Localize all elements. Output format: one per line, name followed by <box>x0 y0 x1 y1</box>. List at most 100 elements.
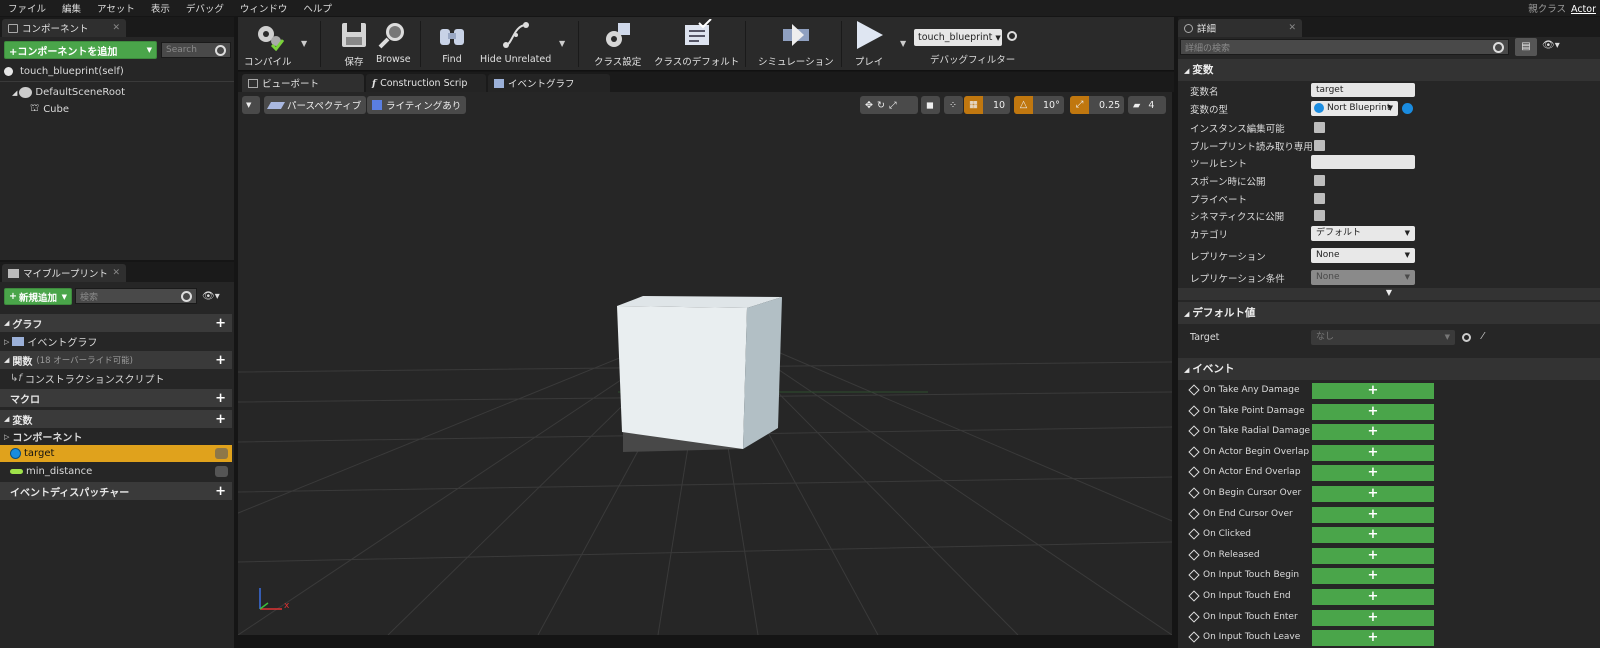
eye-closed-icon[interactable] <box>215 448 228 459</box>
browse-button[interactable]: Browse <box>376 19 411 65</box>
simulation-button[interactable]: シミュレーション <box>758 19 834 68</box>
menu-edit[interactable]: 編集 <box>54 1 89 15</box>
close-icon[interactable]: ✕ <box>112 268 120 278</box>
instance-editable-checkbox[interactable] <box>1314 122 1325 133</box>
find-button[interactable]: Find <box>436 19 468 65</box>
translate-icon[interactable]: ✥ <box>865 100 873 111</box>
tab-construction-script[interactable]: f Construction Scrip <box>366 74 486 92</box>
picker-eyedropper-icon[interactable]: ⁄ <box>1482 331 1484 342</box>
expose-on-spawn-checkbox[interactable] <box>1314 175 1325 186</box>
menu-view[interactable]: 表示 <box>143 1 178 15</box>
visibility-eye-icon[interactable]: 👁▾ <box>1542 40 1560 51</box>
viewport-3d[interactable]: x ▼ パースペクティブ ライティングあり ✥ ↻ ⤢ ◼ ⁘ ▦ 10 △ 10°… <box>238 92 1172 635</box>
perspective-button[interactable]: パースペクティブ <box>264 96 367 114</box>
section-graphs[interactable]: ◢ グラフ + <box>0 314 232 332</box>
container-type-icon[interactable] <box>1402 103 1413 114</box>
close-icon[interactable]: ✕ <box>112 23 120 33</box>
default-value-section-header[interactable]: ◢ デフォルト値 <box>1178 302 1600 324</box>
my-blueprint-search-input[interactable]: 検索 <box>75 288 197 304</box>
add-macro-button[interactable]: + <box>215 391 226 406</box>
cube-mesh[interactable] <box>617 296 782 449</box>
compile-options-dropdown[interactable]: ▼ <box>301 39 307 48</box>
tab-my-blueprint[interactable]: マイブループリント ✕ <box>2 264 126 282</box>
add-event-button[interactable]: + <box>1312 465 1434 481</box>
class-settings-button[interactable]: クラス設定 <box>594 19 641 68</box>
rotation-snap-toggle[interactable]: △ 10° <box>1014 96 1064 114</box>
compile-button[interactable]: コンパイル <box>244 19 292 68</box>
component-self-item[interactable]: touch_blueprint(self) <box>0 63 232 80</box>
save-button[interactable]: 保存 <box>338 19 370 68</box>
variable-section-header[interactable]: ◢ 変数 <box>1178 59 1600 81</box>
add-event-button[interactable]: + <box>1312 507 1434 523</box>
add-dispatcher-button[interactable]: + <box>215 484 226 499</box>
add-event-button[interactable]: + <box>1312 404 1434 420</box>
menu-debug[interactable]: デバッグ <box>178 1 232 15</box>
bp-readonly-checkbox[interactable] <box>1314 140 1325 151</box>
tab-details[interactable]: 詳細 ✕ <box>1178 19 1302 37</box>
components-search-input[interactable]: Search <box>161 42 231 58</box>
variable-target-row[interactable]: target <box>0 445 232 462</box>
transform-tools[interactable]: ✥ ↻ ⤢ <box>860 96 918 114</box>
surface-snap-toggle[interactable]: ⁘ <box>944 96 963 114</box>
menu-asset[interactable]: アセット <box>89 1 143 15</box>
eye-closed-icon[interactable] <box>215 466 228 477</box>
camera-speed-button[interactable]: ▰ 4 <box>1128 96 1166 114</box>
add-event-button[interactable]: + <box>1312 630 1434 646</box>
add-event-button[interactable]: + <box>1312 445 1434 461</box>
section-event-dispatchers[interactable]: イベントディスパッチャー + <box>0 482 232 500</box>
play-button[interactable]: プレイ <box>853 19 885 68</box>
grid-snap-toggle[interactable]: ▦ 10 <box>964 96 1010 114</box>
parent-class-link[interactable]: Actor <box>1571 4 1596 15</box>
details-search-input[interactable]: 詳細の検索 <box>1180 39 1509 55</box>
menu-help[interactable]: ヘルプ <box>295 1 340 15</box>
add-event-button[interactable]: + <box>1312 486 1434 502</box>
events-section-header[interactable]: ◢ イベント <box>1178 358 1600 380</box>
variable-min-distance-row[interactable]: min_distance <box>0 463 232 480</box>
close-icon[interactable]: ✕ <box>1288 23 1296 33</box>
section-variables[interactable]: ◢ 変数 + <box>0 410 232 428</box>
visibility-eye-icon[interactable]: 👁▾ <box>202 291 220 302</box>
list-item-components-category[interactable]: ▷ コンポーネント <box>0 428 232 445</box>
lighting-button[interactable]: ライティングあり <box>367 96 467 114</box>
add-event-button[interactable]: + <box>1312 424 1434 440</box>
hide-unrelated-dropdown[interactable]: ▼ <box>559 39 565 48</box>
add-event-button[interactable]: + <box>1312 568 1434 584</box>
add-event-button[interactable]: + <box>1312 383 1434 399</box>
category-select[interactable]: デフォルト ▼ <box>1311 226 1415 241</box>
class-defaults-button[interactable]: クラスのデフォルト <box>654 19 739 68</box>
debug-object-select[interactable]: touch_blueprint ▼ <box>914 29 1002 46</box>
menu-window[interactable]: ウィンドウ <box>232 1 296 15</box>
rotate-icon[interactable]: ↻ <box>877 100 885 111</box>
section-macros[interactable]: マクロ + <box>0 389 232 407</box>
tree-item-cube[interactable]: ⛫ Cube <box>0 101 232 118</box>
world-local-toggle[interactable]: ◼ <box>921 96 940 114</box>
replication-select[interactable]: None ▼ <box>1311 248 1415 263</box>
section-functions[interactable]: ◢ 関数 (18 オーバーライド可能) + <box>0 351 232 369</box>
add-graph-button[interactable]: + <box>215 316 226 331</box>
play-options-dropdown[interactable]: ▼ <box>900 39 906 48</box>
tree-item-default-scene-root[interactable]: ◢ DefaultSceneRoot <box>0 84 232 101</box>
list-item-event-graph[interactable]: ▷ イベントグラフ <box>0 333 232 350</box>
add-function-button[interactable]: + <box>215 353 226 368</box>
scale-snap-toggle[interactable]: ⤢ 0.25 <box>1070 96 1124 114</box>
tab-event-graph[interactable]: イベントグラフ <box>488 74 610 92</box>
private-checkbox[interactable] <box>1314 193 1325 204</box>
add-new-button[interactable]: + 新規追加 ▼ <box>4 288 72 305</box>
add-variable-button[interactable]: + <box>215 412 226 427</box>
add-event-button[interactable]: + <box>1312 589 1434 605</box>
tab-viewport[interactable]: ビューポート <box>242 74 364 92</box>
advanced-expand-button[interactable]: ▼ <box>1178 288 1600 300</box>
add-event-button[interactable]: + <box>1312 610 1434 626</box>
menu-file[interactable]: ファイル <box>0 1 54 15</box>
debug-search-icon[interactable] <box>1007 31 1017 41</box>
tooltip-field[interactable] <box>1311 155 1415 169</box>
variable-type-select[interactable]: Nort Blueprint ▼ <box>1311 101 1398 116</box>
expose-cinematics-checkbox[interactable] <box>1314 210 1325 221</box>
add-component-button[interactable]: +コンポーネントを追加 ▼ <box>4 41 157 59</box>
add-event-button[interactable]: + <box>1312 548 1434 564</box>
viewport-options-dropdown[interactable]: ▼ <box>242 96 260 114</box>
browse-search-icon[interactable] <box>1462 333 1471 342</box>
hide-unrelated-button[interactable]: Hide Unrelated <box>480 19 551 65</box>
add-event-button[interactable]: + <box>1312 527 1434 543</box>
list-item-construction-script[interactable]: ↳f コンストラクションスクリプト <box>0 370 232 387</box>
